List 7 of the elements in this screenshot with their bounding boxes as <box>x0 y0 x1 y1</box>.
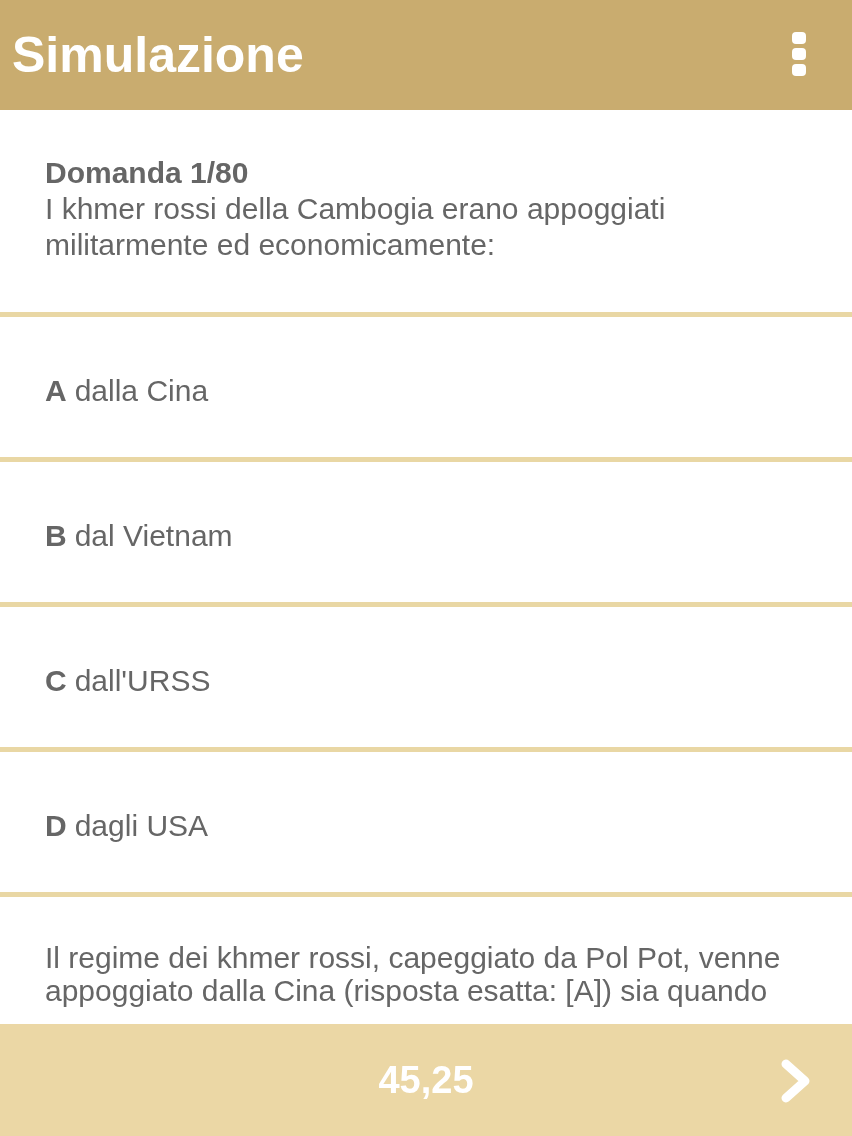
explanation-text: Il regime dei khmer rossi, capeggiato da Pol Pot, venne appoggiato dalla Cina (risposta esatta: [A]) sia quando <box>45 941 782 1007</box>
chevron-right-icon <box>780 1059 812 1103</box>
screen-title: Simulazione <box>12 26 304 84</box>
question-text: I khmer rossi della Cambogia erano appoggiati militarmente ed economicamente: <box>45 191 667 263</box>
more-vertical-icon <box>792 32 806 76</box>
question-number: Domanda 1/80 <box>45 155 250 191</box>
score-value: 45,25 <box>378 1058 474 1102</box>
